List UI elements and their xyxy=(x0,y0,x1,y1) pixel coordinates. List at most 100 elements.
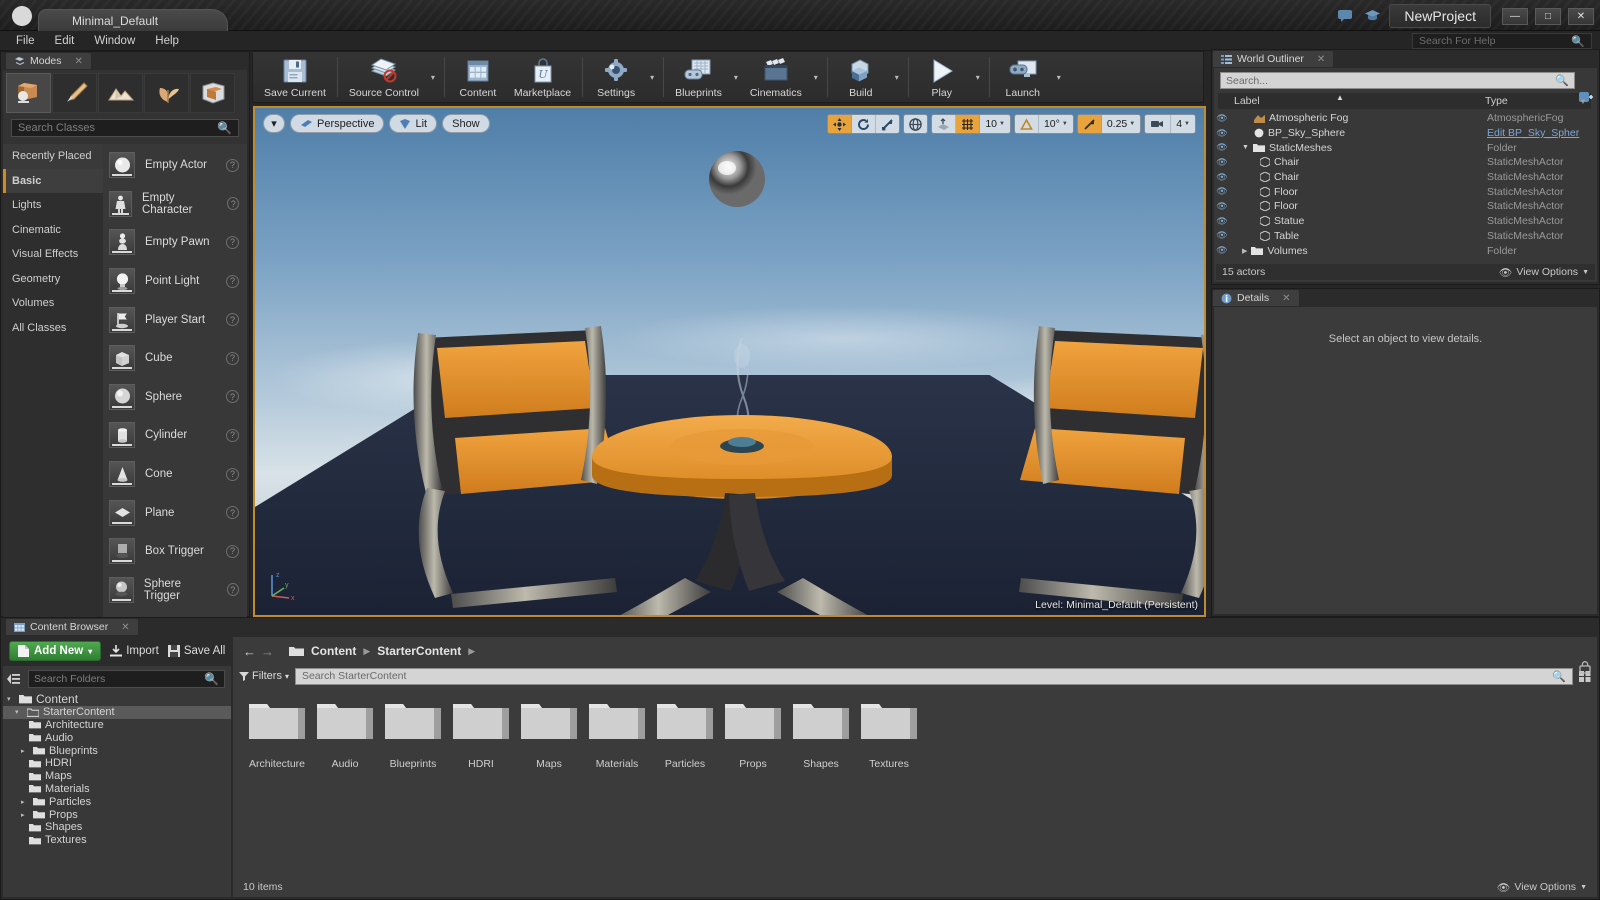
table-row[interactable]: 👁 Table StaticMeshActor xyxy=(1214,229,1597,244)
table-row[interactable]: 👁 Statue StaticMeshActor xyxy=(1214,214,1597,229)
feedback-icon[interactable] xyxy=(1335,6,1355,26)
list-item[interactable]: Box Trigger ? xyxy=(105,532,247,571)
close-icon[interactable]: ✕ xyxy=(1317,54,1325,65)
tree-item-blueprints[interactable]: ▸ Blueprints xyxy=(3,744,231,757)
launch-dropdown-arrow[interactable]: ▾ xyxy=(1052,54,1066,100)
expander-icon[interactable]: ▸ xyxy=(21,811,29,819)
show-menu-button[interactable]: Show xyxy=(442,114,490,133)
cinematics-dropdown-arrow[interactable]: ▾ xyxy=(809,54,823,100)
minimize-button[interactable]: — xyxy=(1502,7,1528,25)
table-row[interactable]: 👁 BP_Sky_Sphere Edit BP_Sky_Spher xyxy=(1214,126,1597,141)
help-icon[interactable]: ? xyxy=(226,390,239,404)
breadcrumb-separator[interactable]: ▶ xyxy=(468,646,475,657)
viewport-options-button[interactable]: ▾ xyxy=(263,114,285,133)
source-control-button[interactable]: Source Control xyxy=(342,54,426,100)
list-item[interactable]: Cone ? xyxy=(105,455,247,494)
help-icon[interactable]: ? xyxy=(226,274,239,288)
level-viewport[interactable]: ▾ Perspective Lit Show 10 ▼ 10° ▼ 0.25 ▼… xyxy=(253,106,1206,617)
scale-snap-toggle[interactable] xyxy=(1077,115,1102,133)
column-header-label[interactable]: Label ▲ xyxy=(1218,93,1481,107)
asset-item[interactable]: Shapes xyxy=(787,699,855,770)
visibility-icon[interactable]: 👁 xyxy=(1214,230,1230,241)
build-button[interactable]: Build xyxy=(832,54,890,100)
help-icon[interactable]: ? xyxy=(226,506,239,520)
view-mode-button[interactable]: Lit xyxy=(389,114,438,133)
tab-world-outliner[interactable]: World Outliner ✕ xyxy=(1212,50,1335,67)
launch-button[interactable]: Launch xyxy=(994,54,1052,100)
project-tab[interactable]: Minimal_Default xyxy=(38,9,228,31)
visibility-icon[interactable]: 👁 xyxy=(1214,113,1230,124)
camera-speed-value[interactable]: 4 ▼ xyxy=(1171,115,1195,133)
help-icon[interactable]: ? xyxy=(226,467,239,481)
visibility-icon[interactable]: 👁 xyxy=(1214,128,1230,139)
play-dropdown-arrow[interactable]: ▾ xyxy=(971,54,985,100)
play-button[interactable]: Play xyxy=(913,54,971,100)
asset-item[interactable]: Materials xyxy=(583,699,651,770)
scale-snap-value[interactable]: 0.25 ▼ xyxy=(1102,115,1140,133)
save-current-button[interactable]: Save Current xyxy=(257,54,333,100)
menu-item-window[interactable]: Window xyxy=(86,33,143,49)
outliner-view-options-button[interactable]: 👁 View Options ▼ xyxy=(1499,266,1589,279)
visibility-icon[interactable]: 👁 xyxy=(1214,201,1230,212)
visibility-icon[interactable]: 👁 xyxy=(1214,186,1230,197)
category-lights[interactable]: Lights xyxy=(3,193,103,218)
folder-search-input[interactable]: Search Folders 🔍 xyxy=(28,670,225,688)
category-volumes[interactable]: Volumes xyxy=(3,291,103,316)
help-icon[interactable]: ? xyxy=(226,351,239,365)
mode-geometry-edit[interactable] xyxy=(190,73,235,113)
list-item[interactable]: Empty Character ? xyxy=(105,185,247,224)
tree-item-audio[interactable]: Audio xyxy=(3,731,231,744)
help-icon[interactable]: ? xyxy=(226,544,239,558)
tab-details[interactable]: Details ✕ xyxy=(1212,289,1300,306)
list-item[interactable]: Point Light ? xyxy=(105,262,247,301)
category-basic[interactable]: Basic xyxy=(3,168,103,193)
table-row[interactable]: 👁 ▼ StaticMeshes Folder xyxy=(1214,140,1597,155)
help-icon[interactable]: ? xyxy=(226,583,239,597)
camera-mode-button[interactable]: Perspective xyxy=(290,114,385,133)
outliner-search-input[interactable]: Search... 🔍 xyxy=(1220,72,1575,89)
import-button[interactable]: Import xyxy=(110,645,159,657)
rotation-snap-toggle[interactable] xyxy=(1015,115,1039,133)
search-classes-input[interactable]: Search Classes 🔍 xyxy=(11,119,239,137)
expander-icon[interactable]: ▸ xyxy=(21,798,29,806)
asset-item[interactable]: HDRI xyxy=(447,699,515,770)
help-icon[interactable]: ? xyxy=(226,428,239,442)
breadcrumb-content[interactable]: Content xyxy=(311,644,356,658)
filters-button[interactable]: Filters ▾ xyxy=(239,670,289,682)
tab-content-browser[interactable]: Content Browser ✕ xyxy=(5,618,139,635)
mode-foliage[interactable] xyxy=(144,73,189,113)
close-icon[interactable]: ✕ xyxy=(121,622,129,633)
world-axis-icon[interactable] xyxy=(904,115,927,133)
asset-item[interactable]: Audio xyxy=(311,699,379,770)
add-new-button[interactable]: Add New ▾ xyxy=(9,641,102,661)
lock-icon[interactable] xyxy=(1579,661,1591,674)
asset-item[interactable]: Textures xyxy=(855,699,923,770)
save-all-button[interactable]: Save All xyxy=(167,645,225,657)
build-dropdown-arrow[interactable]: ▾ xyxy=(890,54,904,100)
category-cinematic[interactable]: Cinematic xyxy=(3,218,103,243)
list-item[interactable]: Cube ? xyxy=(105,339,247,378)
menu-item-file[interactable]: File xyxy=(8,33,43,49)
tree-item-shapes[interactable]: Shapes xyxy=(3,821,231,834)
tree-item-textures[interactable]: Textures xyxy=(3,834,231,847)
table-row[interactable]: 👁 Floor StaticMeshActor xyxy=(1214,199,1597,214)
outliner-row-type[interactable]: Edit BP_Sky_Spher xyxy=(1487,127,1597,139)
rotation-snap-value[interactable]: 10° ▼ xyxy=(1039,115,1073,133)
list-item[interactable]: Empty Actor ? xyxy=(105,146,247,185)
tree-item-materials[interactable]: Materials xyxy=(3,783,231,796)
close-icon[interactable]: ✕ xyxy=(75,56,83,67)
list-item[interactable]: Sphere Trigger ? xyxy=(105,571,247,610)
tree-item-props[interactable]: ▸ Props xyxy=(3,808,231,821)
visibility-icon[interactable]: 👁 xyxy=(1214,142,1230,153)
settings-dropdown-arrow[interactable]: ▾ xyxy=(645,54,659,100)
expander-icon[interactable]: ▸ xyxy=(21,747,29,755)
tree-item-startercontent[interactable]: ▾ StarterContent xyxy=(3,705,231,719)
asset-item[interactable]: Architecture xyxy=(243,699,311,770)
visibility-icon[interactable]: 👁 xyxy=(1214,216,1230,227)
asset-search-input[interactable]: Search StarterContent 🔍 xyxy=(294,667,1573,685)
table-row[interactable]: 👁 Chair StaticMeshActor xyxy=(1214,155,1597,170)
mode-paint[interactable] xyxy=(52,73,97,113)
tree-item-architecture[interactable]: Architecture xyxy=(3,719,231,732)
surface-snap-icon[interactable] xyxy=(932,115,957,133)
tutorial-icon[interactable] xyxy=(1362,6,1382,26)
